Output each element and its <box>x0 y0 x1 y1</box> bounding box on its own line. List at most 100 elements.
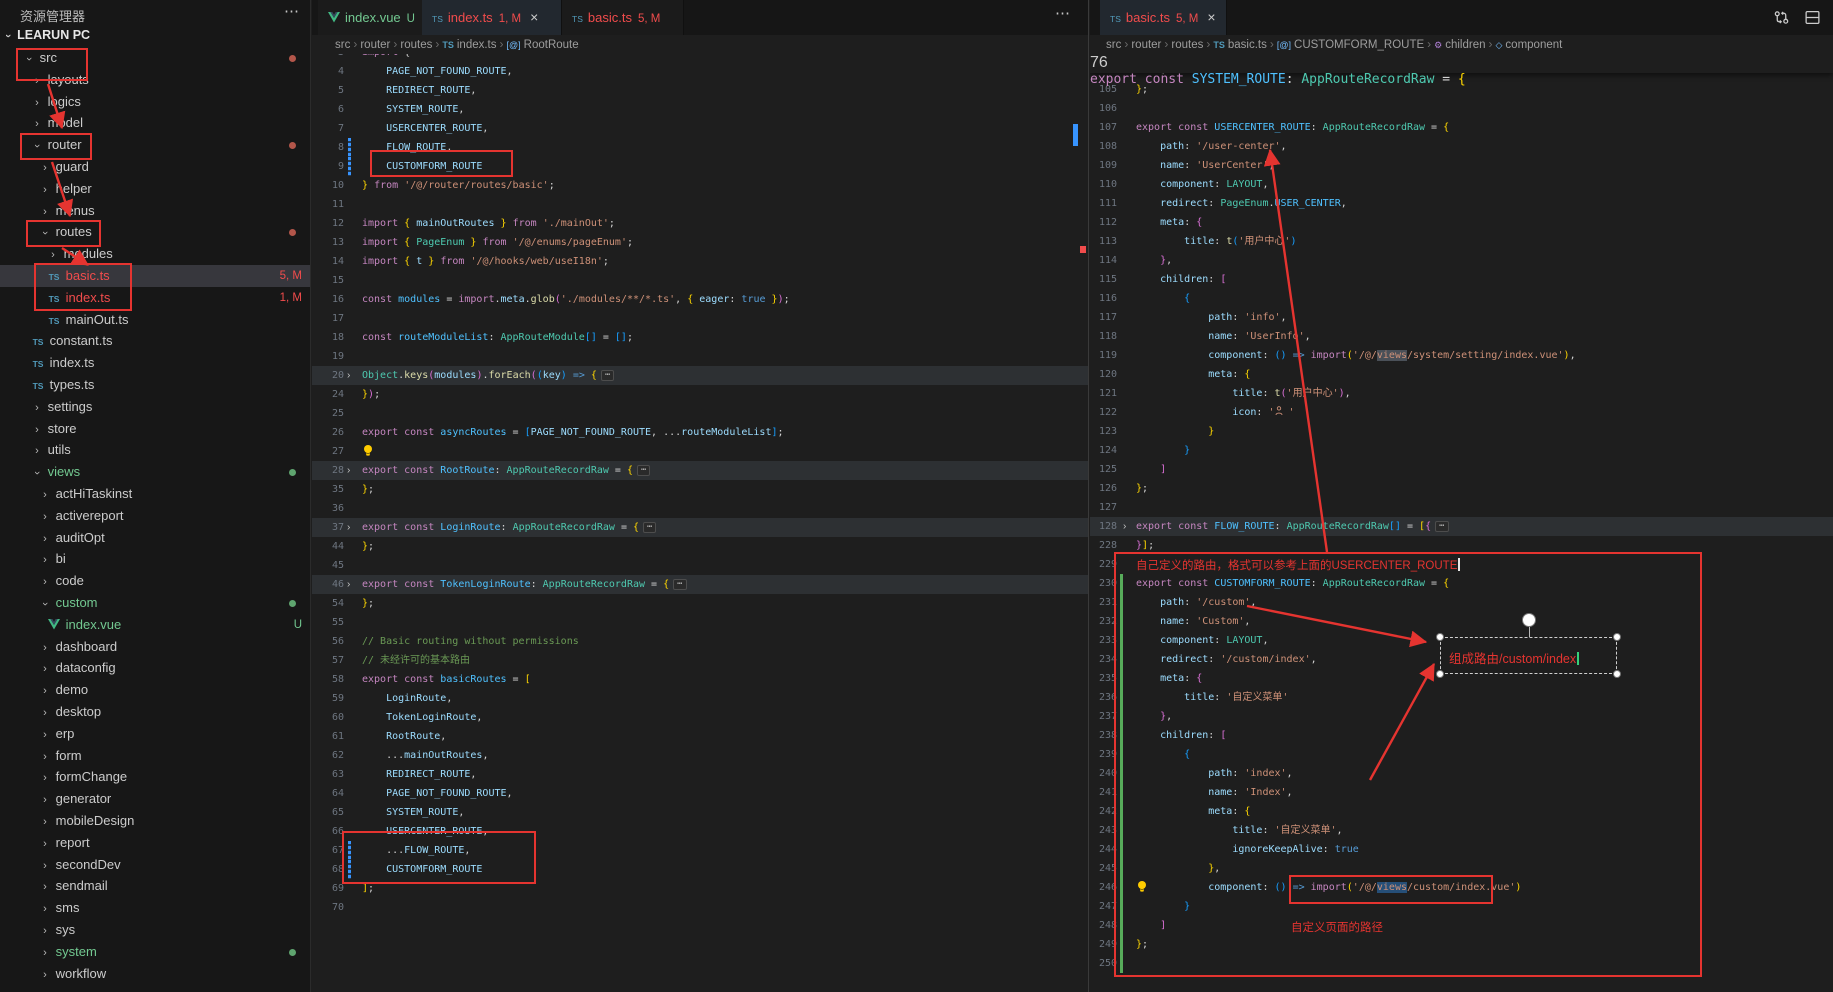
breadcrumb-item-CUSTOMFORM_ROUTE[interactable]: [@]CUSTOMFORM_ROUTE <box>1277 39 1424 51</box>
tree-item-sendmail[interactable]: › sendmail <box>0 875 310 897</box>
tab-basic-ts[interactable]: TSbasic.ts5, M <box>562 0 684 35</box>
folded-code-ellipsis[interactable]: ⋯ <box>643 522 656 533</box>
editor-more-actions-button[interactable]: ⋯ <box>1055 4 1070 22</box>
breadcrumb-item-routes[interactable]: routes <box>400 39 432 51</box>
tree-item-index-vue[interactable]: index.vueU <box>0 614 310 636</box>
tree-item-dashboard[interactable]: › dashboard <box>0 636 310 658</box>
tree-item-form[interactable]: › form <box>0 745 310 767</box>
tree-item-settings[interactable]: › settings <box>0 396 310 418</box>
breadcrumb-item-component[interactable]: ◇component <box>1496 39 1563 51</box>
tree-item-modules[interactable]: › modules <box>0 243 310 265</box>
selection-handle[interactable] <box>1436 670 1444 678</box>
tree-item-layouts[interactable]: › layouts <box>0 69 310 91</box>
tree-item-bi[interactable]: › bi <box>0 548 310 570</box>
selection-handle[interactable] <box>1436 633 1444 641</box>
tree-item-mobileDesign[interactable]: › mobileDesign <box>0 810 310 832</box>
tree-item-routes[interactable]: › routes <box>0 221 310 243</box>
tree-item-sms[interactable]: › sms <box>0 897 310 919</box>
line-number: 58 <box>312 670 344 689</box>
tree-item-types-ts[interactable]: TS types.ts <box>0 374 310 396</box>
tree-item-model[interactable]: › model <box>0 112 310 134</box>
tree-item-system[interactable]: › system <box>0 941 310 963</box>
code-line-106: 106 <box>1090 99 1833 118</box>
tree-item-menus[interactable]: › menus <box>0 200 310 222</box>
tree-item-dataconfig[interactable]: › dataconfig <box>0 657 310 679</box>
breadcrumb-item-index-ts[interactable]: TSindex.ts <box>442 39 496 51</box>
fold-chevron-icon[interactable]: › <box>1123 517 1126 536</box>
selection-handle[interactable] <box>1613 670 1621 678</box>
tree-item-report[interactable]: › report <box>0 832 310 854</box>
tree-item-utils[interactable]: › utils <box>0 439 310 461</box>
tab-index-vue[interactable]: index.vueU <box>318 0 426 35</box>
git-modified-dot <box>289 55 296 62</box>
code-line-14: 14import { t } from '/@/hooks/web/useI18… <box>312 252 1088 271</box>
tree-item-desktop[interactable]: › desktop <box>0 701 310 723</box>
lightbulb-icon[interactable] <box>362 444 374 463</box>
tree-item-src[interactable]: › src <box>0 47 310 69</box>
breadcrumb-separator: › <box>1489 37 1493 51</box>
folded-code-ellipsis[interactable]: ⋯ <box>637 465 650 476</box>
tree-item-erp[interactable]: › erp <box>0 723 310 745</box>
fold-chevron-icon[interactable]: › <box>347 518 350 537</box>
tree-item-store[interactable]: › store <box>0 418 310 440</box>
code-line-59: 59 LoginRoute, <box>312 689 1088 708</box>
rotation-handle[interactable] <box>1522 613 1536 627</box>
fold-chevron-icon[interactable]: › <box>347 461 350 480</box>
tree-item-formChange[interactable]: › formChange <box>0 766 310 788</box>
folded-code-ellipsis[interactable]: ⋯ <box>673 579 686 590</box>
fold-chevron-icon[interactable]: › <box>347 575 350 594</box>
tree-item-guard[interactable]: › guard <box>0 156 310 178</box>
project-section-header[interactable]: › LEARUN PC <box>6 28 316 48</box>
tree-item-auditOpt[interactable]: › auditOpt <box>0 527 310 549</box>
tree-item-views[interactable]: › views <box>0 461 310 483</box>
tree-item-constant-ts[interactable]: TS constant.ts <box>0 330 310 352</box>
folded-code-ellipsis[interactable]: ⋯ <box>1435 521 1448 532</box>
selection-handle[interactable] <box>1613 633 1621 641</box>
tree-item-generator[interactable]: › generator <box>0 788 310 810</box>
tree-item-workflow[interactable]: › workflow <box>0 963 310 985</box>
tree-item-basic-ts[interactable]: TS basic.ts5, M <box>0 265 310 287</box>
breadcrumb-item-router[interactable]: router <box>1131 39 1161 51</box>
gutter-added-bar <box>1120 745 1123 764</box>
tree-item-actHiTaskinst[interactable]: › actHiTaskinst <box>0 483 310 505</box>
breadcrumb-item-children[interactable]: ⚙children <box>1434 39 1485 51</box>
explorer-more-actions-button[interactable]: ⋯ <box>284 2 300 20</box>
breadcrumb-item-routes[interactable]: routes <box>1171 39 1203 51</box>
tree-item-logics[interactable]: › logics <box>0 91 310 113</box>
tab-basic-ts[interactable]: TSbasic.ts5, M× <box>1100 0 1227 35</box>
tree-item-sys[interactable]: › sys <box>0 919 310 941</box>
tree-item-activereport[interactable]: › activereport <box>0 505 310 527</box>
tab-index-ts[interactable]: TSindex.ts1, M× <box>422 0 562 35</box>
tree-item-index-ts[interactable]: TS index.ts <box>0 352 310 374</box>
breadcrumb-item-RootRoute[interactable]: [@]RootRoute <box>507 39 579 51</box>
close-icon[interactable]: × <box>1207 9 1215 25</box>
folded-code-ellipsis[interactable]: ⋯ <box>601 370 614 381</box>
compare-changes-icon[interactable] <box>1773 9 1790 31</box>
tree-item-secondDev[interactable]: › secondDev <box>0 854 310 876</box>
tab-label: index.ts <box>448 10 493 25</box>
annotation-textbox[interactable]: 组成路由/custom/index <box>1440 637 1617 674</box>
fold-chevron-icon[interactable]: › <box>347 366 350 385</box>
breadcrumb-item-basic-ts[interactable]: TSbasic.ts <box>1213 39 1267 51</box>
tree-item-helper[interactable]: › helper <box>0 178 310 200</box>
tree-item-demo[interactable]: › demo <box>0 679 310 701</box>
code-line-45: 45 <box>312 556 1088 575</box>
chevron-right-icon: › <box>30 113 44 135</box>
close-icon[interactable]: × <box>530 9 538 25</box>
breadcrumb-item-router[interactable]: router <box>360 39 390 51</box>
chevron-right-icon: › <box>38 702 52 724</box>
code-editor-basic-ts[interactable]: ]105};106107export const USERCENTER_ROUT… <box>1090 54 1833 992</box>
code-editor-index-ts[interactable]: 3import {4 PAGE_NOT_FOUND_ROUTE,5 REDIRE… <box>312 54 1088 992</box>
tree-item-index-ts[interactable]: TS index.ts1, M <box>0 287 310 309</box>
tree-item-mainOut-ts[interactable]: TS mainOut.ts <box>0 309 310 331</box>
split-editor-icon[interactable] <box>1804 9 1821 31</box>
line-number: 245 <box>1090 859 1117 878</box>
tree-item-custom[interactable]: › custom <box>0 592 310 614</box>
tree-item-code[interactable]: › code <box>0 570 310 592</box>
chevron-right-icon: › <box>38 724 52 746</box>
breadcrumb-item-src[interactable]: src <box>335 39 350 51</box>
breadcrumb-item-src[interactable]: src <box>1106 39 1121 51</box>
tree-item-router[interactable]: › router <box>0 134 310 156</box>
lightbulb-icon[interactable] <box>1136 880 1148 899</box>
sticky-scroll-line[interactable]: 76export const SYSTEM_ROUTE: AppRouteRec… <box>1090 54 1833 73</box>
